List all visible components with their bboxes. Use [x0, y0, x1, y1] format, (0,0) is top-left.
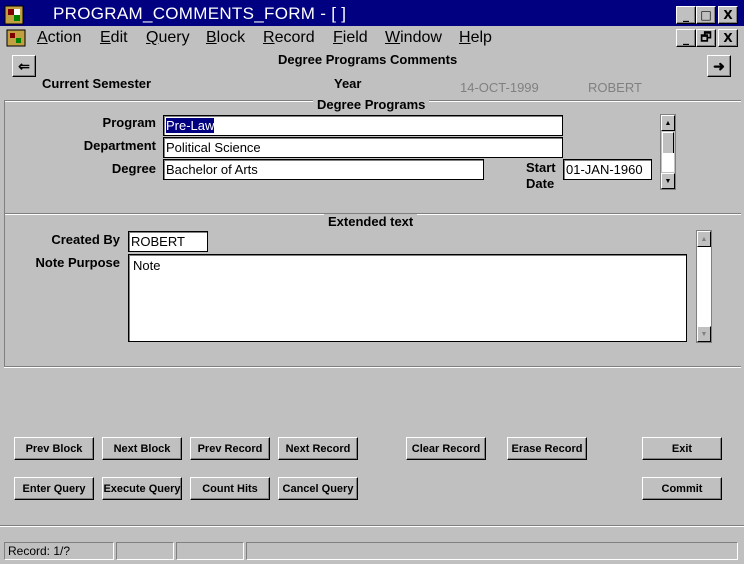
menu-action[interactable]: Action	[37, 29, 81, 47]
year-label: Year	[334, 76, 362, 91]
doc-minimize-button[interactable]: _	[676, 29, 696, 47]
department-field[interactable]: Political Science	[163, 137, 563, 158]
menu-help[interactable]: Help	[459, 29, 492, 47]
menu-bar: Action Edit Query Block Record Field Win…	[0, 26, 744, 50]
extended-text-title: Extended text	[324, 214, 418, 229]
note-scroll-down-icon[interactable]: ▼	[697, 326, 711, 342]
scroll-track[interactable]	[662, 153, 674, 172]
scroll-down-icon[interactable]: ▼	[661, 173, 675, 189]
degree-scrollbar[interactable]: ▲ ▼	[660, 114, 676, 190]
menu-window[interactable]: Window	[385, 29, 442, 47]
erase-record-button[interactable]: Erase Record	[507, 437, 587, 460]
count-hits-button[interactable]: Count Hits	[190, 477, 270, 500]
status-cell-3	[176, 542, 244, 560]
maximize-button[interactable]: □	[696, 6, 716, 24]
minimize-button[interactable]: _	[676, 6, 696, 24]
close-button[interactable]: X	[718, 6, 738, 24]
app-icon[interactable]	[4, 5, 24, 25]
status-cell-4	[246, 542, 738, 560]
degree-programs-title: Degree Programs	[313, 97, 430, 112]
cancel-query-button[interactable]: Cancel Query	[278, 477, 358, 500]
menu-record[interactable]: Record	[263, 29, 315, 47]
forward-arrow-icon[interactable]: ➜	[707, 55, 731, 77]
next-block-button[interactable]: Next Block	[102, 437, 182, 460]
status-cell-2	[116, 542, 174, 560]
back-arrow-icon[interactable]: ⇐	[12, 55, 36, 77]
extended-frame-left	[4, 214, 5, 366]
department-label: Department	[83, 138, 156, 153]
menu-edit[interactable]: Edit	[100, 29, 128, 47]
prev-block-button[interactable]: Prev Block	[14, 437, 94, 460]
scroll-up-icon[interactable]: ▲	[661, 115, 675, 131]
degree-frame-left	[4, 100, 5, 213]
note-scroll-up-icon[interactable]: ▲	[697, 231, 711, 247]
note-scrollbar[interactable]: ▲ ▼	[696, 230, 712, 343]
program-label: Program	[102, 115, 156, 130]
current-date: 14-OCT-1999	[460, 80, 539, 95]
degree-label: Degree	[111, 161, 156, 176]
start-date-field[interactable]: 01-JAN-1960	[563, 159, 652, 180]
date-label: Date	[526, 176, 555, 191]
created-by-label: Created By	[51, 232, 120, 247]
menu-block[interactable]: Block	[206, 29, 245, 47]
note-textarea[interactable]: Note	[128, 254, 687, 342]
menu-field[interactable]: Field	[333, 29, 368, 47]
extended-frame-bottom-light	[4, 367, 741, 368]
created-by-field[interactable]: ROBERT	[128, 231, 208, 252]
clear-record-button[interactable]: Clear Record	[406, 437, 486, 460]
execute-query-button[interactable]: Execute Query	[102, 477, 182, 500]
enter-query-button[interactable]: Enter Query	[14, 477, 94, 500]
degree-field[interactable]: Bachelor of Arts	[163, 159, 484, 180]
current-user: ROBERT	[588, 80, 642, 95]
window-title: PROGRAM_COMMENTS_FORM - [ ]	[53, 4, 347, 23]
next-record-button[interactable]: Next Record	[278, 437, 358, 460]
note-purpose-label: Note Purpose	[35, 255, 120, 270]
status-separator-light	[0, 526, 744, 527]
exit-button[interactable]: Exit	[642, 437, 722, 460]
start-label: Start	[526, 160, 556, 175]
form-title: Degree Programs Comments	[278, 52, 458, 67]
prev-record-button[interactable]: Prev Record	[190, 437, 270, 460]
document-icon[interactable]	[6, 29, 26, 47]
menu-query[interactable]: Query	[146, 29, 190, 47]
doc-restore-button[interactable]: 🗗	[696, 29, 716, 47]
commit-button[interactable]: Commit	[642, 477, 722, 500]
record-status: Record: 1/?	[4, 542, 114, 560]
current-semester-label: Current Semester	[42, 76, 152, 91]
doc-close-button[interactable]: X	[718, 29, 738, 47]
program-field[interactable]: Pre-Law	[163, 115, 563, 136]
